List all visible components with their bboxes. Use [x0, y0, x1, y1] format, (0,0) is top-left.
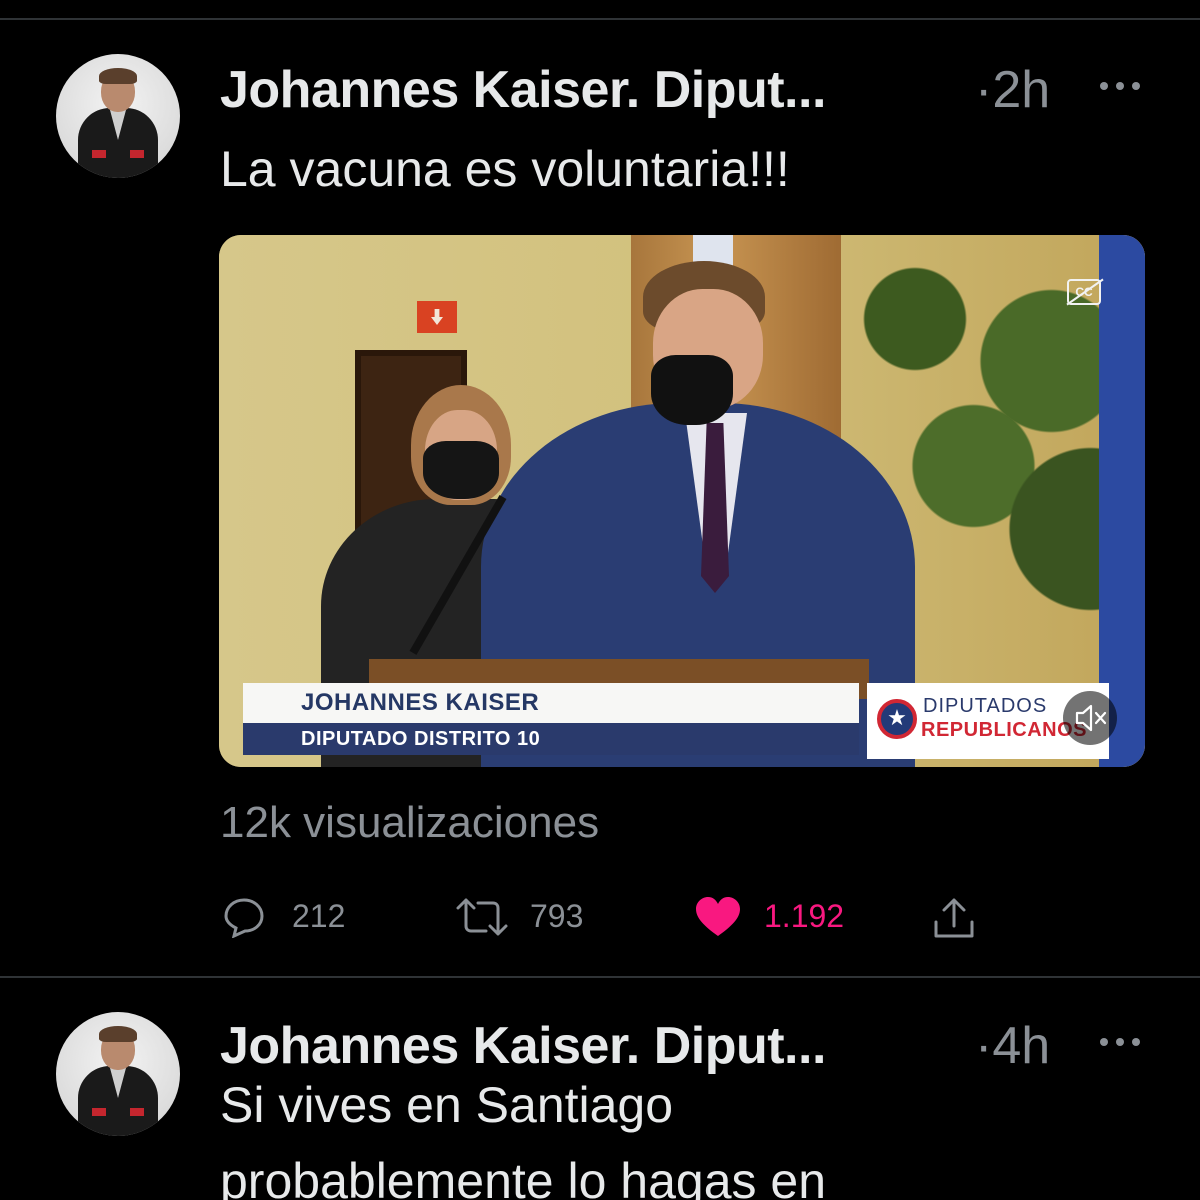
tweet-text: Si vives en Santiago	[220, 1077, 674, 1133]
avatar-cuff	[92, 150, 106, 158]
share-icon	[934, 898, 974, 938]
face-mask	[651, 355, 733, 425]
mute-icon	[1075, 704, 1107, 732]
author-name[interactable]: Johannes Kaiser. Diput...	[220, 1016, 826, 1076]
tweet-text: probablemente lo hagas en	[220, 1153, 827, 1200]
tweet-time[interactable]: ·2h	[975, 60, 1050, 120]
avatar-cuff	[130, 1108, 144, 1116]
star-icon: ★	[877, 699, 917, 739]
heart-icon	[696, 897, 740, 936]
author-name[interactable]: Johannes Kaiser. Diput...	[220, 60, 826, 120]
more-icon[interactable]	[1100, 80, 1142, 92]
avatar-hair	[99, 1026, 137, 1042]
tweet-divider	[0, 976, 1200, 978]
exit-sign	[417, 301, 457, 333]
retweet-count: 793	[530, 898, 584, 934]
avatar[interactable]	[56, 54, 180, 178]
like-count: 1.192	[764, 898, 845, 934]
lower-third: JOHANNES KAISER DIPUTADO DISTRITO 10	[243, 683, 859, 755]
lower-third-role: DIPUTADO DISTRITO 10	[243, 723, 859, 755]
tweet[interactable]: Johannes Kaiser. Diput... ·4h Si vives e…	[0, 980, 1200, 1200]
view-count: 12k visualizaciones	[220, 798, 600, 847]
logo-line1: DIPUTADOS	[923, 695, 1048, 717]
avatar[interactable]	[56, 1012, 180, 1136]
more-icon[interactable]	[1100, 1036, 1142, 1048]
reply-icon	[224, 898, 264, 938]
reply-count: 212	[292, 898, 346, 934]
lower-third-name: JOHANNES KAISER	[243, 683, 859, 723]
avatar-cuff	[92, 1108, 106, 1116]
face-mask	[423, 441, 499, 499]
tweet-time[interactable]: ·4h	[975, 1016, 1050, 1076]
tweet-text: La vacuna es voluntaria!!!	[220, 141, 790, 197]
avatar-cuff	[130, 150, 144, 158]
retweet-icon	[456, 898, 508, 936]
tweet[interactable]: Johannes Kaiser. Diput... ·2h La vacuna …	[0, 20, 1200, 976]
cc-icon[interactable]: CC	[1067, 279, 1101, 305]
video-player[interactable]: CC JOHANNES KAISER DIPUTADO DISTRITO 10 …	[219, 235, 1145, 767]
avatar-hair	[99, 68, 137, 84]
mute-button[interactable]	[1063, 691, 1117, 745]
